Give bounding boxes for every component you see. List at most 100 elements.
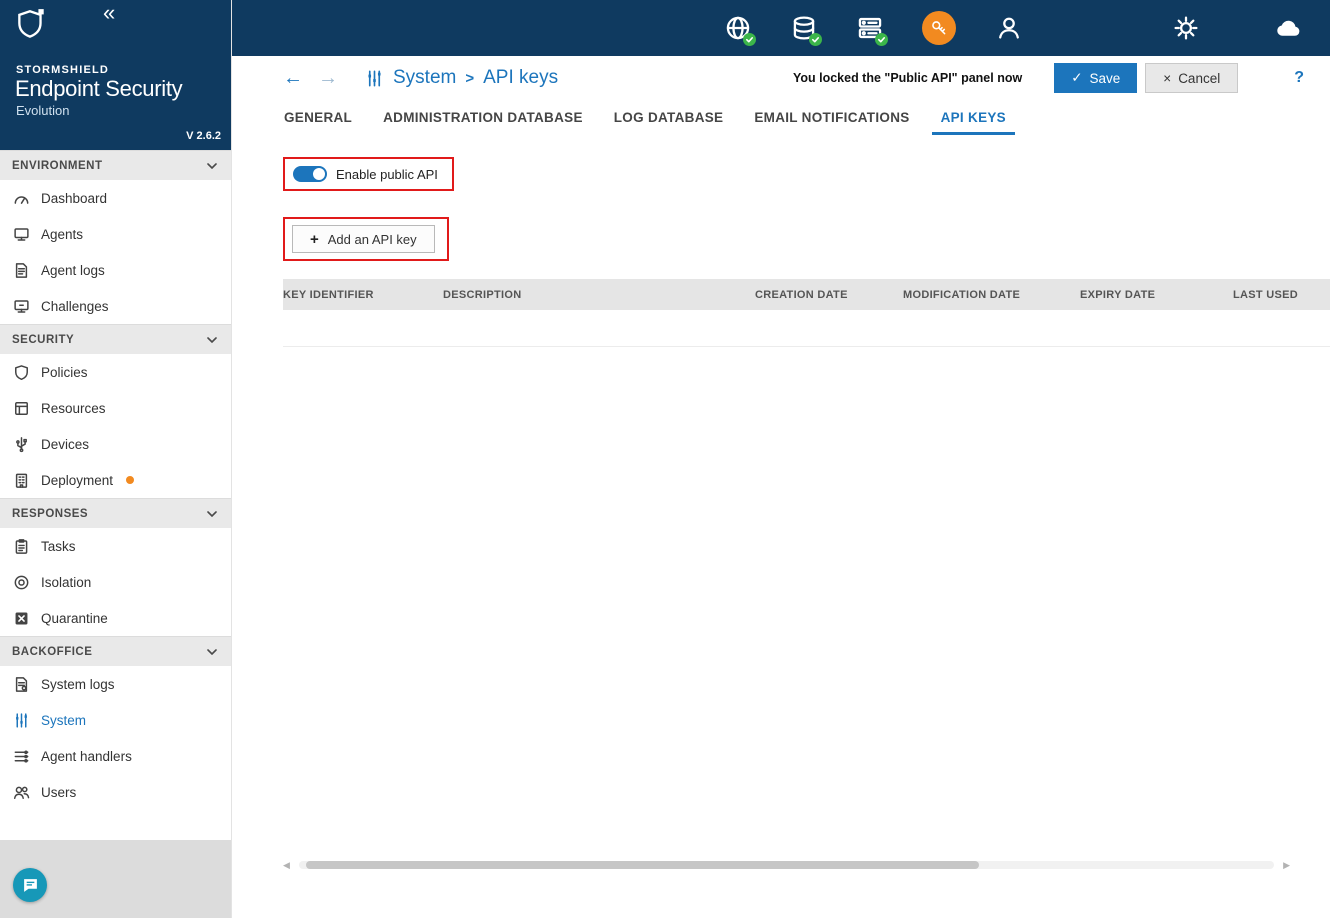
sidebar-item-users[interactable]: Users (0, 774, 231, 810)
chat-button[interactable] (13, 868, 47, 902)
scroll-right-icon[interactable]: ▶ (1283, 861, 1290, 870)
brand-name: STORMSHIELD (16, 64, 109, 76)
user-account-icon[interactable] (995, 15, 1022, 42)
sidebar-item-label: Devices (41, 437, 89, 452)
sidebar-item-label: Policies (41, 365, 88, 380)
column-header-expiry-date[interactable]: EXPIRY DATE (1080, 289, 1233, 301)
column-header-creation-date[interactable]: CREATION DATE (755, 289, 903, 301)
sidebar-item-challenges[interactable]: Challenges (0, 288, 231, 324)
product-name: Endpoint Security (15, 76, 182, 102)
agent-handler-status-icon[interactable] (856, 15, 883, 42)
notification-text: You locked the "Public API" panel now (793, 71, 1022, 85)
tab-administration-database[interactable]: ADMINISTRATION DATABASE (374, 110, 592, 135)
sidebar-item-agent-logs[interactable]: Agent logs (0, 252, 231, 288)
sidebar-item-label: Isolation (41, 575, 91, 590)
save-button[interactable]: ✓ Save (1054, 63, 1137, 93)
tab-general[interactable]: GENERAL (275, 110, 361, 135)
column-header-modification-date[interactable]: MODIFICATION DATE (903, 289, 1080, 301)
sidebar-item-policies[interactable]: Policies (0, 354, 231, 390)
tab-log-database[interactable]: LOG DATABASE (605, 110, 733, 135)
status-ok-icon (875, 33, 888, 46)
sidebar-item-tasks[interactable]: Tasks (0, 528, 231, 564)
sidebar-item-agent-handlers[interactable]: Agent handlers (0, 738, 231, 774)
sidebar-item-system[interactable]: System (0, 702, 231, 738)
column-header-last-used[interactable]: LAST USED (1233, 289, 1330, 301)
table-header-row: KEY IDENTIFIERDESCRIPTIONCREATION DATEMO… (283, 279, 1330, 310)
sidebar-section-backoffice[interactable]: BACKOFFICE (0, 636, 231, 666)
help-button[interactable]: ? (1294, 69, 1304, 87)
topbar-status-icons (685, 11, 1302, 45)
agent-handlers-icon (13, 748, 30, 765)
sidebar-item-deployment[interactable]: Deployment (0, 462, 231, 498)
isolation-icon (13, 574, 30, 591)
dashboard-icon (13, 190, 30, 207)
sidebar-item-system-logs[interactable]: System logs (0, 666, 231, 702)
breadcrumb-section[interactable]: System (393, 67, 456, 89)
sidebar-item-label: System (41, 713, 86, 728)
sidebar-item-label: Tasks (41, 539, 76, 554)
enable-public-api-label: Enable public API (336, 167, 438, 182)
scroll-left-icon[interactable]: ◀ (283, 861, 290, 870)
sidebar-section-environment[interactable]: ENVIRONMENT (0, 150, 231, 180)
sidebar-item-devices[interactable]: Devices (0, 426, 231, 462)
tasks-icon (13, 538, 30, 555)
chevron-down-icon (207, 160, 217, 172)
collapse-sidebar-button[interactable]: « (103, 2, 115, 24)
scrollbar-thumb[interactable] (306, 861, 979, 869)
system-icon (13, 712, 30, 729)
section-label: BACKOFFICE (12, 646, 92, 658)
devices-icon (13, 436, 30, 453)
page-header: ← → System > API keys You locked the "Pu… (232, 56, 1330, 100)
sidebar-footer (0, 840, 231, 918)
sidebar-item-label: Agent handlers (41, 749, 132, 764)
database-status-icon[interactable] (790, 15, 817, 42)
table-empty-row (283, 310, 1330, 347)
quarantine-icon (13, 610, 30, 627)
add-api-key-button[interactable]: + Add an API key (292, 225, 435, 253)
back-button[interactable]: ← (283, 68, 303, 88)
sidebar-item-label: Deployment (41, 473, 113, 488)
scrollbar-track[interactable] (299, 861, 1274, 869)
sidebar-item-dashboard[interactable]: Dashboard (0, 180, 231, 216)
tab-bar: GENERAL ADMINISTRATION DATABASE LOG DATABA… (232, 100, 1330, 135)
enable-public-api-toggle[interactable] (293, 166, 327, 182)
highlight-box-enable-api: Enable public API (283, 157, 454, 191)
horizontal-scrollbar[interactable]: ◀ ▶ (283, 859, 1290, 871)
app-window: « STORMSHIELD Endpoint Security Evolutio… (0, 0, 1330, 918)
breadcrumb-page: API keys (483, 67, 558, 89)
sidebar-item-isolation[interactable]: Isolation (0, 564, 231, 600)
deployment-icon (13, 472, 30, 489)
sidebar-item-label: Users (41, 785, 76, 800)
add-api-key-label: Add an API key (328, 232, 417, 247)
sidebar-item-quarantine[interactable]: Quarantine (0, 600, 231, 636)
sidebar-nav: ENVIRONMENTDashboardAgentsAgent logsChal… (0, 150, 231, 840)
tab-api-keys[interactable]: API KEYS (932, 110, 1015, 135)
cancel-button[interactable]: × Cancel (1145, 63, 1238, 93)
sidebar-section-responses[interactable]: RESPONSES (0, 498, 231, 528)
tab-email-notifications[interactable]: EMAIL NOTIFICATIONS (745, 110, 918, 135)
users-icon (13, 784, 30, 801)
sidebar-section-security[interactable]: SECURITY (0, 324, 231, 354)
challenges-icon (13, 298, 30, 315)
internet-status-icon[interactable] (724, 15, 751, 42)
sidebar: « STORMSHIELD Endpoint Security Evolutio… (0, 0, 232, 918)
cloud-icon[interactable] (1275, 15, 1302, 42)
sidebar-item-resources[interactable]: Resources (0, 390, 231, 426)
sidebar-item-agents[interactable]: Agents (0, 216, 231, 252)
chevron-down-icon (207, 334, 217, 346)
api-key-alert-icon[interactable] (922, 11, 956, 45)
agent-logs-icon (13, 262, 30, 279)
version-label: V 2.6.2 (186, 130, 221, 142)
close-icon: × (1163, 71, 1171, 86)
product-edition: Evolution (16, 103, 69, 118)
breadcrumb-separator: > (465, 70, 474, 87)
settings-sync-icon[interactable] (1172, 15, 1199, 42)
column-header-key-identifier[interactable]: KEY IDENTIFIER (283, 289, 443, 301)
agents-icon (13, 226, 30, 243)
forward-button[interactable]: → (318, 68, 338, 88)
sidebar-header: « STORMSHIELD Endpoint Security Evolutio… (0, 0, 231, 150)
chevron-down-icon (207, 508, 217, 520)
content-area: Enable public API + Add an API key KEY I… (232, 135, 1330, 918)
column-header-description[interactable]: DESCRIPTION (443, 289, 755, 301)
sidebar-item-label: System logs (41, 677, 115, 692)
